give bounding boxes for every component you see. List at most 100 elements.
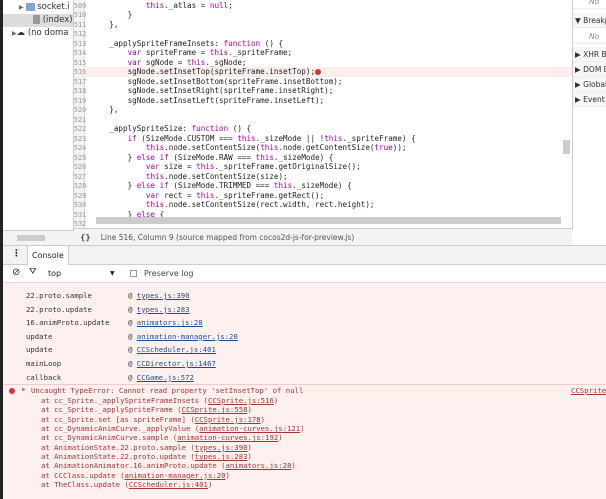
code-text: this.node.setContentSize(rect.width, rec… xyxy=(145,200,375,209)
editor-horizontal-scrollbar[interactable] xyxy=(96,217,561,224)
code-line[interactable]: 520 }, xyxy=(74,105,572,115)
close-paren: ) xyxy=(247,452,252,462)
stack-link[interactable]: types.js:283 xyxy=(195,452,248,461)
tab-console[interactable]: Console xyxy=(27,246,69,265)
navigator-scrollbar[interactable] xyxy=(3,230,74,245)
stack-link[interactable]: animation-curves.js:192 xyxy=(177,433,278,442)
code-line[interactable]: 523 if (SizeMode.CUSTOM === this._sizeMo… xyxy=(74,134,572,144)
code-line[interactable]: 517 sgNode.setInsetBottom(spriteFrame.in… xyxy=(74,77,572,87)
stack-link[interactable]: CCSprite.js:558 xyxy=(182,405,248,414)
error-stack-line: at cc_DynamicAnimCurve._applyValue (anim… xyxy=(41,424,305,433)
code-line[interactable]: 515 var sgNode = this._sgNode; xyxy=(74,58,572,68)
preserve-log-checkbox[interactable] xyxy=(130,270,137,277)
frame-function: 22.proto.sample xyxy=(26,291,92,300)
xhr-breakpoints-section[interactable]: ▶ XHR Breakpoints xyxy=(573,47,606,62)
expand-arrow-icon[interactable]: ▶ xyxy=(22,386,26,393)
code-line[interactable]: 522 _applySpriteSize: function () { xyxy=(74,124,572,134)
stack-link[interactable]: animation-curves.js:121 xyxy=(199,424,300,433)
code-line[interactable]: 518 sgNode.setInsetRight(spriteFrame.ins… xyxy=(74,86,572,96)
code-line[interactable]: 510 } xyxy=(74,10,572,20)
error-source-link[interactable]: CCSprite xyxy=(571,386,606,395)
drawer-menu-icon[interactable]: ⋮ xyxy=(12,249,21,259)
error-stack-line: at cc_Sprite._applySpriteFrameInsets (CC… xyxy=(41,396,278,405)
context-selector[interactable]: top ▼ xyxy=(48,269,118,278)
stack-text: at cc_Sprite.set [as spriteFrame] ( xyxy=(41,414,195,424)
stack-text: at cc_Sprite._applySpriteFrame ( xyxy=(41,405,182,415)
stack-link[interactable]: CCScheduler.js:401 xyxy=(129,480,208,489)
frame-location: @ CCScheduler.js:401 xyxy=(128,345,216,355)
code-line[interactable]: 514 var spriteFrame = this._spriteFrame; xyxy=(74,48,572,58)
stack-frame-row: 16.animProto.update @ animators.js:28 xyxy=(26,316,203,329)
stack-frame-row: 22.proto.sample @ types.js:390 xyxy=(26,289,190,302)
frame-link[interactable]: CCDirector.js:1467 xyxy=(137,359,216,368)
editor-vertical-scrollbar[interactable] xyxy=(563,140,570,154)
frame-location: @ animation-manager.js:20 xyxy=(128,331,238,341)
stack-link[interactable]: animation-manager.js:20 xyxy=(124,471,225,480)
nav-item-socket[interactable]: ▶ socket.i xyxy=(3,1,73,14)
code-line[interactable]: 511 }, xyxy=(74,20,572,30)
code-text: this.node.setContentSize(this.node.getCo… xyxy=(145,143,407,152)
debugger-sidebar: No ▼ Breakpoints No ▶ XHR Breakpoints ▶ … xyxy=(572,0,606,230)
event-listener-breakpoints-section[interactable]: ▶ Event Listener Breakpoints xyxy=(573,92,606,107)
frame-function: mainLoop xyxy=(26,359,62,368)
close-paren: ) xyxy=(247,405,252,415)
code-line[interactable]: 529 var rect = this._spriteFrame.getRect… xyxy=(74,191,572,201)
stack-text: at cc_DynamicAnimCurve._applyValue ( xyxy=(41,424,200,434)
filter-icon[interactable]: ⛛ xyxy=(29,267,37,277)
console-log: 22.proto.sample @ types.js:390 22.proto.up… xyxy=(3,283,606,499)
stack-text: at TheClass.update ( xyxy=(41,480,129,490)
stack-text: at AnimationAnimator.16.animProto.update… xyxy=(41,461,226,471)
error-stack-line: at cc_DynamicAnimCurve.sample (animation… xyxy=(41,433,283,442)
nav-item-no-domain[interactable]: ▶☁ (no doma xyxy=(3,27,73,40)
stack-link[interactable]: CCSprite.js:178 xyxy=(195,415,261,424)
code-line[interactable]: 513 _applySpriteFrameInsets: function ()… xyxy=(74,39,572,49)
chevron-down-icon: ▼ xyxy=(110,270,115,277)
code-line[interactable]: 512 xyxy=(74,29,572,39)
frame-link[interactable]: types.js:283 xyxy=(137,305,190,314)
frame-link[interactable]: CCGame.js:572 xyxy=(137,373,194,382)
stack-link[interactable]: animators.js:28 xyxy=(226,461,292,470)
frame-link[interactable]: CCScheduler.js:401 xyxy=(137,345,216,354)
stack-frame-row: update @ animation-manager.js:20 xyxy=(26,330,238,343)
code-line[interactable]: 528 } else if (SizeMode.TRIMMED === this… xyxy=(74,181,572,191)
code-line[interactable]: 524 this.node.setContentSize(this.node.g… xyxy=(74,143,572,153)
frame-function: callback xyxy=(26,372,62,382)
code-text: } xyxy=(91,10,133,19)
stack-link[interactable]: CCSprite.js:516 xyxy=(208,396,274,405)
breakpoints-section[interactable]: ▼ Breakpoints xyxy=(573,13,606,28)
frame-link[interactable]: types.js:390 xyxy=(137,291,190,300)
code-text: var rect = this._spriteFrame.getRect(); xyxy=(145,190,325,200)
code-line[interactable]: 526 var size = this._spriteFrame.getOrig… xyxy=(74,162,572,172)
stack-text: at CCClass.update ( xyxy=(41,470,125,480)
code-line[interactable]: 527 this.node.setContentSize(size); xyxy=(74,172,572,182)
dom-breakpoints-section[interactable]: ▶ DOM Breakpoints xyxy=(573,62,606,77)
drawer-tab-bar: ⋮ Console xyxy=(3,245,606,265)
clear-console-icon[interactable]: ⊘ xyxy=(12,267,20,278)
error-stack-line: at TheClass.update (CCScheduler.js:401) xyxy=(41,480,212,489)
error-stack-line: at cc_Sprite._applySpriteFrame (CCSprite… xyxy=(41,405,252,414)
code-line[interactable]: 519 sgNode.setInsetLeft(spriteFrame.inse… xyxy=(74,96,572,106)
code-line[interactable]: 516 sgNode.setInsetTop(spriteFrame.inset… xyxy=(74,67,572,77)
code-line[interactable]: 521 xyxy=(74,115,572,125)
stack-link[interactable]: types.js:390 xyxy=(195,443,248,452)
line-number[interactable]: 532 xyxy=(74,220,86,228)
code-line[interactable]: 525 } else if (SizeMode.RAW === this._si… xyxy=(74,153,572,163)
frame-link[interactable]: animators.js:28 xyxy=(137,318,203,327)
code-editor[interactable]: 509 this._atlas = null; 510 } 511 }, 512 513… xyxy=(74,0,572,228)
pretty-print-button[interactable]: {} xyxy=(80,233,91,242)
error-icon xyxy=(9,388,15,394)
stack-text: at AnimationState.22.proto.sample ( xyxy=(41,442,195,452)
error-stack-line: at AnimationAnimator.16.animProto.update… xyxy=(41,461,296,470)
code-line[interactable]: 530 this.node.setContentSize(rect.width,… xyxy=(74,200,572,210)
error-stack-line: at CCClass.update (animation-manager.js:… xyxy=(41,471,230,480)
frame-link[interactable]: animation-manager.js:20 xyxy=(137,332,238,341)
global-listeners-section[interactable]: ▶ Global Listeners xyxy=(573,77,606,92)
code-line[interactable]: 509 this._atlas = null; xyxy=(74,1,572,11)
close-paren: ) xyxy=(207,480,213,490)
no-breakpoints-text: No xyxy=(573,29,606,44)
cursor-position-text: Line 516, Column 9 (source mapped from c… xyxy=(100,233,355,242)
nav-item-index[interactable]: (index) xyxy=(3,14,73,27)
error-stack-line: at AnimationState.22.proto.sample (types… xyxy=(41,443,252,452)
error-stack-line: at cc_Sprite.set [as spriteFrame] (CCSpr… xyxy=(41,415,265,424)
